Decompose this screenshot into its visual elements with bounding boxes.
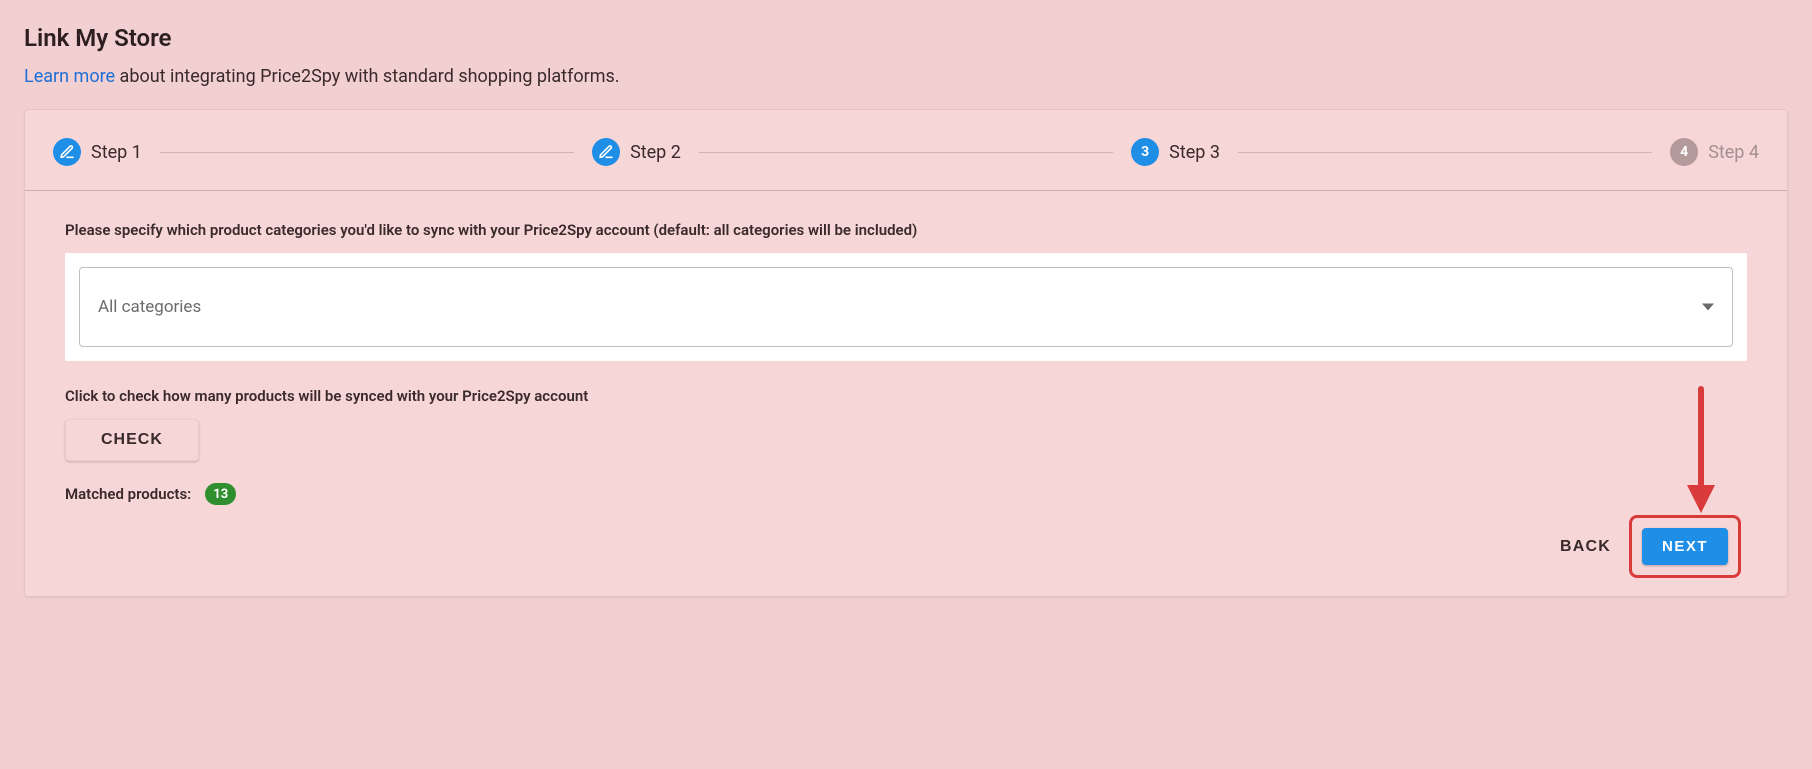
step-line: [160, 152, 574, 153]
matched-products-row: Matched products: 13: [65, 483, 1747, 505]
step-number-icon: 3: [1131, 138, 1159, 166]
step-line: [699, 152, 1113, 153]
categories-select-container: All categories: [65, 253, 1747, 361]
panel-body: Please specify which product categories …: [25, 191, 1787, 596]
next-button[interactable]: NEXT: [1642, 528, 1728, 565]
categories-select[interactable]: All categories: [79, 267, 1733, 347]
step-label: Step 1: [91, 142, 142, 163]
categories-instruction: Please specify which product categories …: [65, 221, 1747, 239]
step-2[interactable]: Step 2: [592, 138, 681, 166]
next-button-highlight: NEXT: [1629, 515, 1741, 578]
check-button[interactable]: CHECK: [65, 419, 199, 461]
step-line: [1238, 152, 1652, 153]
step-label: Step 2: [630, 142, 681, 163]
page-title: Link My Store: [24, 24, 1788, 52]
pencil-icon: [53, 138, 81, 166]
step-number-icon: 4: [1670, 138, 1698, 166]
matched-products-label: Matched products:: [65, 485, 191, 503]
chevron-down-icon: [1702, 304, 1714, 311]
wizard-actions: BACK NEXT: [65, 515, 1747, 578]
step-label: Step 3: [1169, 142, 1220, 163]
check-instruction: Click to check how many products will be…: [65, 387, 1747, 405]
subtitle-rest: about integrating Price2Spy with standar…: [115, 66, 619, 87]
step-4[interactable]: 4 Step 4: [1670, 138, 1759, 166]
back-button[interactable]: BACK: [1556, 528, 1615, 566]
stepper: Step 1 Step 2 3 Step 3 4 Step 4: [25, 110, 1787, 191]
step-3[interactable]: 3 Step 3: [1131, 138, 1220, 166]
step-label: Step 4: [1708, 142, 1759, 163]
matched-products-count-badge: 13: [205, 483, 236, 505]
pencil-icon: [592, 138, 620, 166]
step-1[interactable]: Step 1: [53, 138, 142, 166]
subtitle: Learn more about integrating Price2Spy w…: [24, 66, 1788, 87]
categories-select-value: All categories: [98, 297, 201, 317]
wizard-panel: Step 1 Step 2 3 Step 3 4 Step 4 Please s…: [24, 109, 1788, 597]
learn-more-link[interactable]: Learn more: [24, 66, 115, 87]
